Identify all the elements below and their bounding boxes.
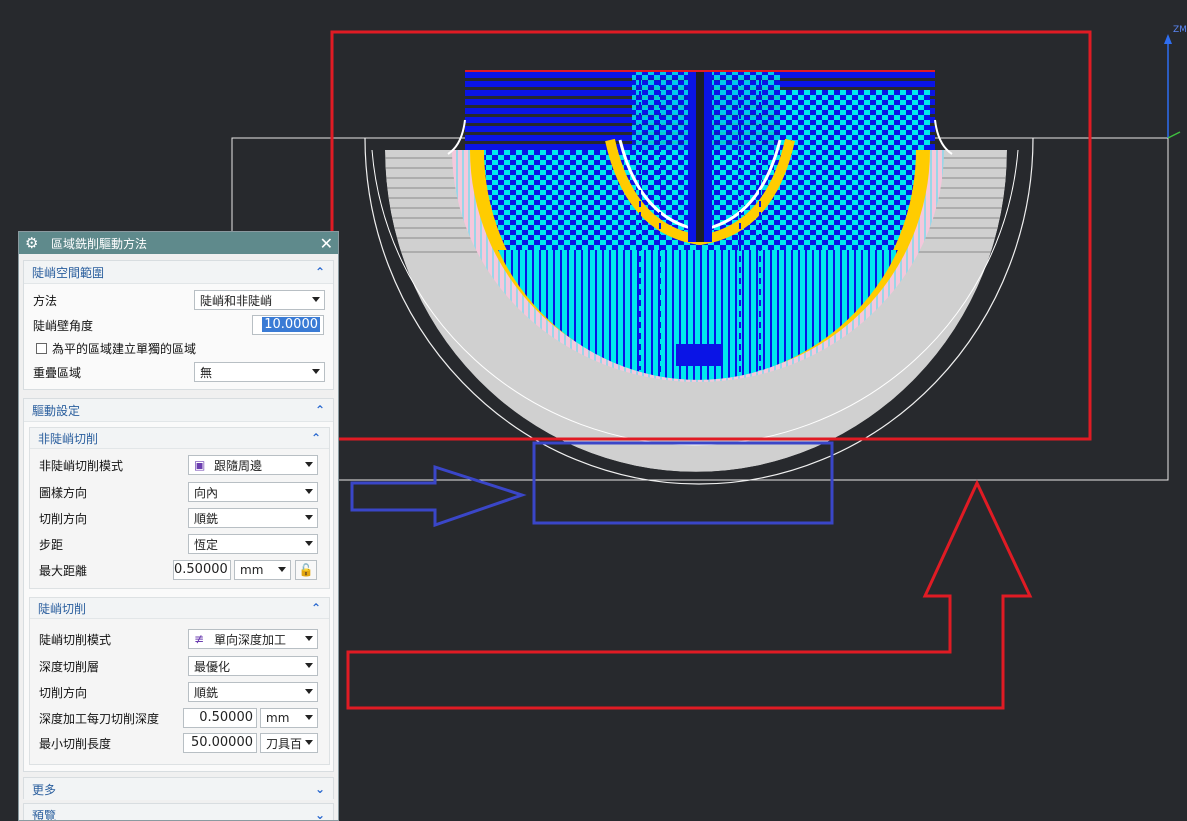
row-overlap: 重疊區域 無 xyxy=(24,361,333,383)
row-non-steep-mode: 非陡峭切削模式 ▣ 跟隨周邊 xyxy=(30,454,329,476)
depth-per-cut-input[interactable]: 0.50000 xyxy=(183,708,257,728)
pattern-direction-label: 圖樣方向 xyxy=(39,485,88,500)
dropdown-arrow-icon xyxy=(305,462,313,467)
row-cut-direction: 切削方向 順銑 xyxy=(30,507,329,529)
subgroup-non-steep: 非陡峭切削 ⌃ 非陡峭切削模式 ▣ 跟隨周邊 圖樣方向 向內 切削方向 順銑 步… xyxy=(29,427,330,589)
axis-triad: ZM xyxy=(1164,25,1187,139)
dropdown-arrow-icon xyxy=(305,489,313,494)
non-steep-mode-select[interactable]: ▣ 跟隨周邊 xyxy=(188,455,318,475)
method-label: 方法 xyxy=(33,293,58,308)
subgroup-steep: 陡峭切削 ⌃ 陡峭切削模式 ≢單向深度加工 深度切削層 最優化 切削方向 順銑 xyxy=(29,597,330,765)
depth-per-cut-unit-select[interactable]: mm xyxy=(260,708,318,728)
row-method: 方法 陡峭和非陡峭 xyxy=(24,289,333,311)
chevron-up-icon[interactable]: ⌃ xyxy=(311,601,321,615)
max-distance-unit-select[interactable]: mm xyxy=(234,560,291,580)
red-arrow xyxy=(346,479,1033,710)
zlevel-icon: ≢ xyxy=(194,632,205,646)
chevron-up-icon[interactable]: ⌃ xyxy=(311,431,321,445)
subgroup-header-steep[interactable]: 陡峭切削 ⌃ xyxy=(30,598,329,619)
group-title: 驅動設定 xyxy=(32,403,81,418)
dropdown-arrow-icon xyxy=(305,541,313,546)
steep-cut-direction-label: 切削方向 xyxy=(39,685,88,700)
min-cut-length-unit-select[interactable]: 刀具百 xyxy=(260,733,318,753)
group-drive-settings: 驅動設定 ⌃ 非陡峭切削 ⌃ 非陡峭切削模式 ▣ 跟隨周邊 圖樣方向 向內 切削… xyxy=(23,398,334,772)
gear-icon: ⚙ xyxy=(25,234,39,252)
lock-icon[interactable]: 🔓 xyxy=(295,560,317,580)
group-more[interactable]: 更多 ⌄ xyxy=(23,777,334,800)
group-header-steep-space[interactable]: 陡峭空間範圍 ⌃ xyxy=(24,261,333,284)
follow-periphery-icon: ▣ xyxy=(194,458,206,472)
steep-angle-input[interactable]: 10.0000 xyxy=(252,315,324,335)
group-header-preview[interactable]: 預覽 ⌄ xyxy=(24,804,333,821)
group-header-drive[interactable]: 驅動設定 ⌃ xyxy=(24,399,333,422)
overlap-label: 重疊區域 xyxy=(33,365,82,380)
group-title: 更多 xyxy=(32,782,57,797)
row-max-distance: 最大距離 0.50000 mm 🔓 xyxy=(30,559,329,581)
steep-cut-direction-select[interactable]: 順銑 xyxy=(188,682,318,702)
dropdown-arrow-icon xyxy=(305,663,313,668)
row-min-cut-length: 最小切削長度 50.00000 刀具百 xyxy=(30,732,329,754)
overlap-select[interactable]: 無 xyxy=(194,362,325,382)
area-milling-drive-dialog[interactable]: ⚙ 區域銑削驅動方法 ✕ 陡峭空間範圍 ⌃ 方法 陡峭和非陡峭 陡峭壁角度 10… xyxy=(18,231,339,821)
dropdown-arrow-icon xyxy=(312,297,320,302)
group-steep-space: 陡峭空間範圍 ⌃ 方法 陡峭和非陡峭 陡峭壁角度 10.0000 為平的區域建立… xyxy=(23,260,334,390)
chevron-up-icon[interactable]: ⌃ xyxy=(315,265,325,279)
dropdown-arrow-icon xyxy=(305,515,313,520)
non-steep-mode-label: 非陡峭切削模式 xyxy=(39,458,124,473)
method-select[interactable]: 陡峭和非陡峭 xyxy=(194,290,325,310)
chevron-up-icon[interactable]: ⌃ xyxy=(315,403,325,417)
row-pattern-direction: 圖樣方向 向內 xyxy=(30,481,329,503)
stepover-select[interactable]: 恆定 xyxy=(188,534,318,554)
dialog-title: 區域銑削驅動方法 xyxy=(51,236,148,251)
depth-layer-select[interactable]: 最優化 xyxy=(188,656,318,676)
dropdown-arrow-icon xyxy=(278,567,286,572)
row-flat-checkbox: 為平的區域建立單獨的區域 xyxy=(24,337,333,359)
steep-mode-select[interactable]: ≢ 單向深度加工 xyxy=(188,629,318,649)
subgroup-title: 陡峭切削 xyxy=(38,601,87,616)
pattern-direction-select[interactable]: 向內 xyxy=(188,482,318,502)
cut-direction-label: 切削方向 xyxy=(39,511,88,526)
subgroup-header-non-steep[interactable]: 非陡峭切削 ⌃ xyxy=(30,428,329,449)
dialog-titlebar[interactable]: ⚙ 區域銑削驅動方法 ✕ xyxy=(19,232,338,254)
blue-arrow xyxy=(350,464,527,528)
chevron-down-icon[interactable]: ⌄ xyxy=(315,808,325,820)
dropdown-arrow-icon xyxy=(305,689,313,694)
dropdown-arrow-icon xyxy=(305,636,313,641)
row-stepover: 步距 恆定 xyxy=(30,533,329,555)
row-steep-cut-direction: 切削方向 順銑 xyxy=(30,681,329,703)
row-depth-per-cut: 深度加工每刀切削深度 0.50000 mm xyxy=(30,707,329,729)
cut-direction-select[interactable]: 順銑 xyxy=(188,508,318,528)
depth-layer-label: 深度切削層 xyxy=(39,659,100,674)
min-cut-length-label: 最小切削長度 xyxy=(39,736,112,751)
group-preview[interactable]: 預覽 ⌄ xyxy=(23,803,334,821)
close-icon[interactable]: ✕ xyxy=(320,234,333,253)
max-distance-input[interactable]: 0.50000 xyxy=(173,560,231,580)
group-title: 陡峭空間範圍 xyxy=(32,265,105,280)
subgroup-title: 非陡峭切削 xyxy=(38,431,99,446)
dropdown-arrow-icon xyxy=(305,715,313,720)
row-steep-mode: 陡峭切削模式 ≢ 單向深度加工 xyxy=(30,628,329,650)
stepover-label: 步距 xyxy=(39,537,64,552)
flat-area-checkbox[interactable] xyxy=(36,342,47,354)
steep-mode-label: 陡峭切削模式 xyxy=(39,632,112,647)
max-distance-label: 最大距離 xyxy=(39,563,88,578)
row-angle: 陡峭壁角度 10.0000 xyxy=(24,314,333,336)
min-cut-length-input[interactable]: 50.00000 xyxy=(183,733,257,753)
chevron-down-icon[interactable]: ⌄ xyxy=(315,782,325,796)
group-header-more[interactable]: 更多 ⌄ xyxy=(24,778,333,800)
row-depth-layer: 深度切削層 最優化 xyxy=(30,655,329,677)
flat-area-checkbox-label: 為平的區域建立單獨的區域 xyxy=(52,341,197,356)
z-axis-label: ZM xyxy=(1173,25,1187,35)
angle-label: 陡峭壁角度 xyxy=(33,318,94,333)
group-title: 預覽 xyxy=(32,808,57,821)
dropdown-arrow-icon xyxy=(312,369,320,374)
dropdown-arrow-icon xyxy=(305,740,313,745)
depth-per-cut-label: 深度加工每刀切削深度 xyxy=(39,711,160,726)
